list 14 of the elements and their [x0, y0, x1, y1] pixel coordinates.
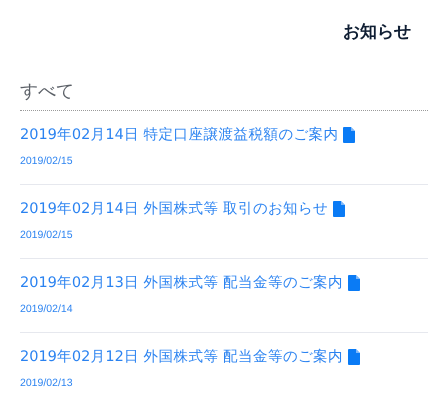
document-icon	[348, 275, 360, 291]
document-icon	[348, 349, 360, 365]
document-icon	[343, 127, 356, 143]
notice-link[interactable]: 2019年02月14日 特定口座譲渡益税額のご案内	[20, 125, 338, 145]
notice-date: 2019/02/15	[20, 229, 73, 241]
notice-link[interactable]: 2019年02月14日 外国株式等 取引のお知らせ	[20, 199, 328, 219]
notice-date: 2019/02/15	[20, 155, 73, 167]
notice-link[interactable]: 2019年02月12日 外国株式等 配当金等のご案内	[20, 347, 344, 367]
notice-date: 2019/02/14	[20, 303, 73, 315]
notice-date: 2019/02/13	[20, 377, 73, 389]
notice-link[interactable]: 2019年02月13日 外国株式等 配当金等のご案内	[20, 273, 344, 293]
section-heading: すべて	[20, 80, 75, 104]
document-icon	[333, 201, 346, 217]
page-title: お知らせ	[343, 21, 411, 43]
